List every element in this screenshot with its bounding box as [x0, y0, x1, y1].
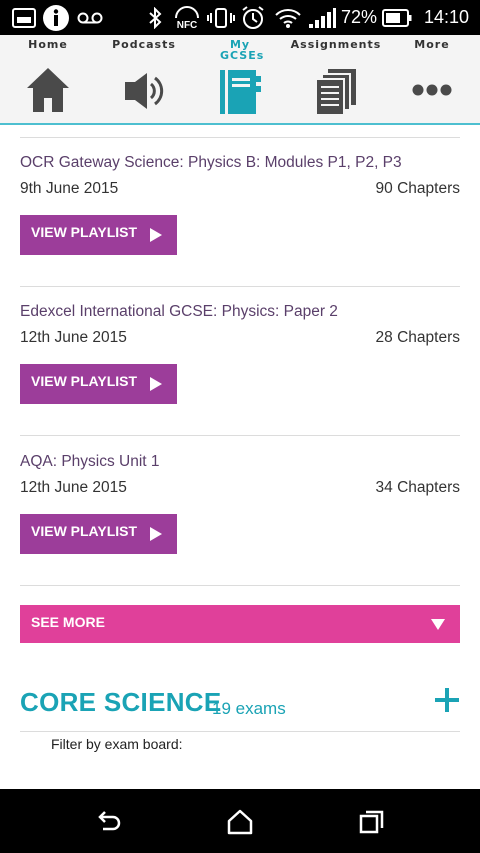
section-title: CORE SCIENCE [20, 687, 222, 717]
see-more-button[interactable]: SEE MORE [20, 605, 460, 643]
nav-assignments-label: Assignments [290, 38, 382, 51]
battery-icon [382, 0, 412, 35]
exam-chapters: 90 Chapters [375, 180, 460, 197]
nav-my-gcses-label: My GCSEs [220, 38, 265, 62]
exam-chapters: 34 Chapters [375, 479, 460, 496]
clock: 14:10 [423, 7, 469, 27]
home-icon [25, 66, 71, 119]
battery-percent: 72% [341, 7, 378, 27]
exam-title: AQA: Physics Unit 1 [20, 453, 160, 470]
speaker-icon [122, 70, 166, 117]
signal-icon [308, 0, 336, 35]
nav-podcasts-label: Podcasts [112, 38, 176, 51]
divider [20, 731, 460, 732]
voicemail-icon [77, 0, 103, 35]
view-playlist-button[interactable]: VIEW PLAYLIST [20, 364, 177, 404]
divider [20, 435, 460, 436]
divider [20, 585, 460, 586]
exam-date: 12th June 2015 [20, 329, 127, 346]
see-more-label: SEE MORE [31, 614, 105, 630]
alarm-icon [240, 0, 266, 35]
vibrate-icon [207, 0, 235, 35]
nav-home[interactable]: Home [0, 35, 96, 123]
nfc-icon: NFC [172, 0, 202, 35]
filter-label: Filter by exam board: [51, 736, 183, 752]
exam-title: OCR Gateway Science: Physics B: Modules … [20, 154, 402, 171]
view-playlist-button[interactable]: VIEW PLAYLIST [20, 514, 177, 554]
play-icon [149, 376, 163, 395]
nav-more[interactable]: More [384, 35, 480, 123]
divider [20, 137, 460, 138]
exam-title: Edexcel International GCSE: Physics: Pap… [20, 303, 338, 320]
exam-chapters: 28 Chapters [375, 329, 460, 346]
status-bar: NFC 72% 14:10 [0, 0, 480, 35]
home-outline-icon[interactable] [225, 807, 255, 837]
view-playlist-button[interactable]: VIEW PLAYLIST [20, 215, 177, 255]
more-dots-icon [411, 83, 453, 102]
nav-my-gcses[interactable]: My GCSEs [192, 35, 288, 123]
view-playlist-label: VIEW PLAYLIST [31, 224, 138, 240]
documents-icon [314, 68, 358, 121]
nav-podcasts[interactable]: Podcasts [96, 35, 192, 123]
caret-down-icon [430, 618, 446, 636]
nav-assignments[interactable]: Assignments [288, 35, 384, 123]
back-icon[interactable] [93, 807, 123, 837]
expand-plus-icon[interactable] [434, 687, 460, 713]
exam-count: 19 exams [212, 699, 286, 718]
system-nav-bar [0, 789, 480, 853]
nav-home-label: Home [28, 38, 68, 51]
exam-date: 9th June 2015 [20, 180, 119, 197]
wifi-icon [274, 0, 302, 35]
svg-text:NFC: NFC [177, 20, 198, 31]
view-playlist-label: VIEW PLAYLIST [31, 523, 138, 539]
exam-list-content: OCR Gateway Science: Physics B: Modules … [0, 125, 480, 789]
divider [20, 286, 460, 287]
info-icon [42, 0, 70, 35]
view-playlist-label: VIEW PLAYLIST [31, 373, 138, 389]
gallery-icon [12, 0, 36, 35]
main-nav: Home Podcasts My GCSEs Assignments More [0, 35, 480, 125]
notebook-icon [217, 68, 263, 121]
bluetooth-icon [148, 0, 162, 35]
nav-more-label: More [414, 38, 450, 51]
recents-icon[interactable] [357, 807, 387, 837]
exam-date: 12th June 2015 [20, 479, 127, 496]
play-icon [149, 526, 163, 545]
play-icon [149, 227, 163, 246]
